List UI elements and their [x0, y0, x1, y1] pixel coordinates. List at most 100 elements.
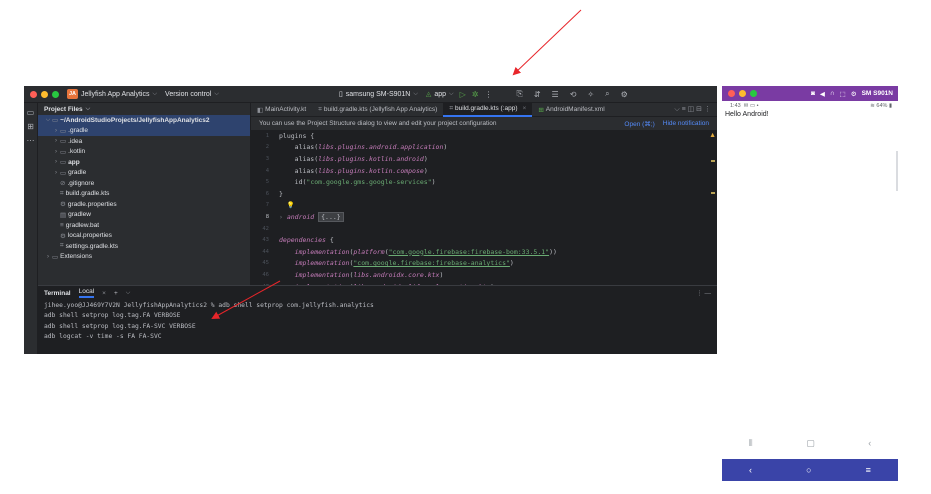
code-area[interactable]: 1 plugins {2 alias(libs.plugins.android.a…	[251, 130, 717, 304]
home-icon[interactable]: ○	[806, 465, 811, 475]
close-tab-icon[interactable]: ×	[523, 105, 527, 112]
tree-item[interactable]: ⊘ .gitignore	[38, 178, 250, 189]
tree-item[interactable]: ⌵ ▭ ~/AndroidStudioProjects/JellyfishAppAn…	[38, 115, 250, 126]
settings-gear-icon[interactable]: ⚙	[621, 90, 628, 99]
chevron-right-icon[interactable]: ›	[52, 159, 60, 165]
chevron-right-icon[interactable]: ›	[44, 254, 52, 260]
structure-icon[interactable]: ⊞	[24, 122, 37, 131]
screen-icon[interactable]: ⬚	[840, 90, 846, 98]
editor-tab[interactable]: ⌗ build.gradle.kts (Jellyfish App Analyti…	[312, 103, 443, 117]
terminal-options-icon[interactable]: ⋮ —	[696, 289, 711, 297]
editor-tab-label: MainActivity.kt	[265, 106, 307, 113]
home-icon[interactable]: ▢	[806, 438, 815, 449]
editor-tab[interactable]: ◧ MainActivity.kt	[251, 103, 312, 117]
maximize-window-button[interactable]	[52, 90, 59, 98]
sdk-manager-icon[interactable]: ☰	[552, 90, 559, 99]
project-panel-header[interactable]: Project Files ⌵	[38, 103, 250, 115]
terminal-tab-local[interactable]: Local	[78, 288, 95, 298]
debug-icon[interactable]: ✲	[472, 90, 479, 99]
annotation-arrow-run	[512, 9, 582, 76]
tree-item-label: .gitignore	[67, 179, 95, 187]
more-tools-icon[interactable]: ⋯	[24, 136, 37, 145]
screenshot-stage: JA Jellyfish App Analytics ⌵ Version con…	[0, 0, 931, 494]
warning-icon[interactable]: ▲	[709, 132, 716, 139]
back-icon[interactable]: ‹	[868, 438, 871, 448]
close-window-button[interactable]	[30, 90, 37, 98]
profiler-icon[interactable]: ⟲	[570, 90, 577, 99]
terminal-tool-window: Terminal Local × + ⌵ ⋮ — jihee.yoo@JJ469…	[38, 285, 717, 354]
gemini-icon[interactable]: ✧	[587, 90, 594, 99]
run-config-selector[interactable]: ◬ app ⌵	[426, 90, 454, 99]
volume-icon[interactable]: ◀	[820, 90, 825, 98]
tree-item[interactable]: ⌗ settings.gradle.kts	[38, 241, 250, 252]
warning-marker[interactable]	[711, 192, 715, 194]
fold-arrow-icon[interactable]: ›	[279, 213, 287, 221]
recents-icon[interactable]: ⦀	[749, 438, 753, 449]
vcs-menu[interactable]: Version control ⌵	[165, 91, 219, 98]
tree-item[interactable]: › ▭ .kotlin	[38, 147, 250, 158]
close-window-button[interactable]	[728, 90, 735, 97]
device-label: SM S901N	[861, 90, 893, 97]
terminal-line: jihee.yoo@JJ469Y7V2N JellyfishAppAnalyti…	[44, 301, 374, 309]
project-folder-icon[interactable]: ▭	[24, 108, 37, 117]
overview-icon[interactable]: ≡	[866, 465, 871, 475]
hide-notification-link[interactable]: Hide notification	[663, 120, 709, 127]
chevron-right-icon[interactable]: ›	[52, 128, 60, 134]
chevron-right-icon[interactable]: ›	[52, 138, 60, 144]
vcs-label: Version control	[165, 90, 212, 98]
code-token: {...}	[318, 211, 344, 222]
tree-item[interactable]: ≡ gradlew.bat	[38, 220, 250, 231]
code-line: 46 implementation(libs.androidx.core.ktx…	[251, 269, 717, 281]
headphones-icon[interactable]: ∩	[830, 90, 835, 97]
terminal-line: adb shell setprop log.tag.FA-SVC VERBOSE	[44, 322, 196, 330]
close-tab-icon[interactable]: ×	[102, 290, 106, 297]
search-icon[interactable]: ⌕	[605, 89, 609, 99]
device-mirror-window: ◙ ◀ ∩ ⬚ ⚙ SM S901N 1:43 ✉ ▭ • ≋ 64% ▮ He…	[722, 86, 898, 481]
tab-actions[interactable]: ⌵ ≡ ◫ ⊟ ⋮	[674, 105, 711, 114]
tree-item-label: gradle	[68, 169, 87, 177]
tree-item[interactable]: ⚙ local.properties	[38, 231, 250, 242]
device-manager-icon[interactable]: ⇵	[534, 90, 541, 99]
tree-item[interactable]: › ▭ .gradle	[38, 125, 250, 136]
terminal-output[interactable]: jihee.yoo@JJ469Y7V2N JellyfishAppAnalyti…	[38, 300, 717, 342]
device-selector[interactable]: ▯ samsung SM-S901N ⌵	[339, 90, 418, 99]
editor-error-stripe: ▲	[709, 130, 717, 285]
tree-item[interactable]: › ▭ .idea	[38, 136, 250, 147]
sync-gradle-icon[interactable]: ⎘	[516, 89, 522, 99]
line-number: 1	[265, 132, 269, 139]
chevron-down-icon: ⌵	[449, 90, 454, 97]
code-token: )	[439, 270, 444, 279]
more-actions-icon[interactable]: ⋮	[484, 90, 492, 99]
gradle-file-icon: ⌗	[60, 189, 64, 197]
run-icon[interactable]: ▷	[460, 90, 466, 99]
tree-item[interactable]: › ▭ app	[38, 157, 250, 168]
tree-item-label: gradle.properties	[67, 200, 117, 208]
phone-edge-handle[interactable]	[896, 151, 898, 191]
tree-item[interactable]: ⚙ gradle.properties	[38, 199, 250, 210]
warning-marker[interactable]	[711, 160, 715, 162]
tree-item[interactable]: › ▭ gradle	[38, 168, 250, 179]
code-token: {	[325, 236, 334, 245]
editor-tab[interactable]: ⌗ build.gradle.kts (:app) ×	[443, 102, 533, 117]
chevron-down-icon[interactable]: ⌵	[126, 290, 131, 297]
minimize-window-button[interactable]	[739, 90, 746, 97]
project-selector[interactable]: JA Jellyfish App Analytics ⌵	[67, 89, 157, 99]
chevron-down-icon[interactable]: ⌵	[44, 117, 52, 124]
camera-icon[interactable]: ◙	[811, 90, 815, 97]
back-icon[interactable]: ‹	[749, 465, 752, 475]
tree-item[interactable]: ▤ gradlew	[38, 210, 250, 221]
new-tab-icon[interactable]: +	[114, 290, 118, 297]
gradle-file-icon: ⌗	[449, 104, 454, 112]
minimize-window-button[interactable]	[41, 90, 48, 98]
chevron-right-icon[interactable]: ›	[52, 149, 60, 155]
open-project-structure-link[interactable]: Open (⌘;)	[624, 120, 654, 128]
chevron-right-icon[interactable]: ›	[52, 170, 60, 176]
editor-tab[interactable]: ⊞ AndroidManifest.xml	[532, 103, 610, 117]
tree-item[interactable]: › ▭ Extensions	[38, 252, 250, 263]
maximize-window-button[interactable]	[750, 90, 757, 97]
settings-gear-icon[interactable]: ⚙	[851, 90, 857, 98]
chevron-down-icon: ⌵	[413, 90, 418, 97]
code-token: implementation	[279, 270, 350, 279]
chevron-down-icon: ⌵	[214, 90, 219, 97]
tree-item[interactable]: ⌗ build.gradle.kts	[38, 189, 250, 200]
